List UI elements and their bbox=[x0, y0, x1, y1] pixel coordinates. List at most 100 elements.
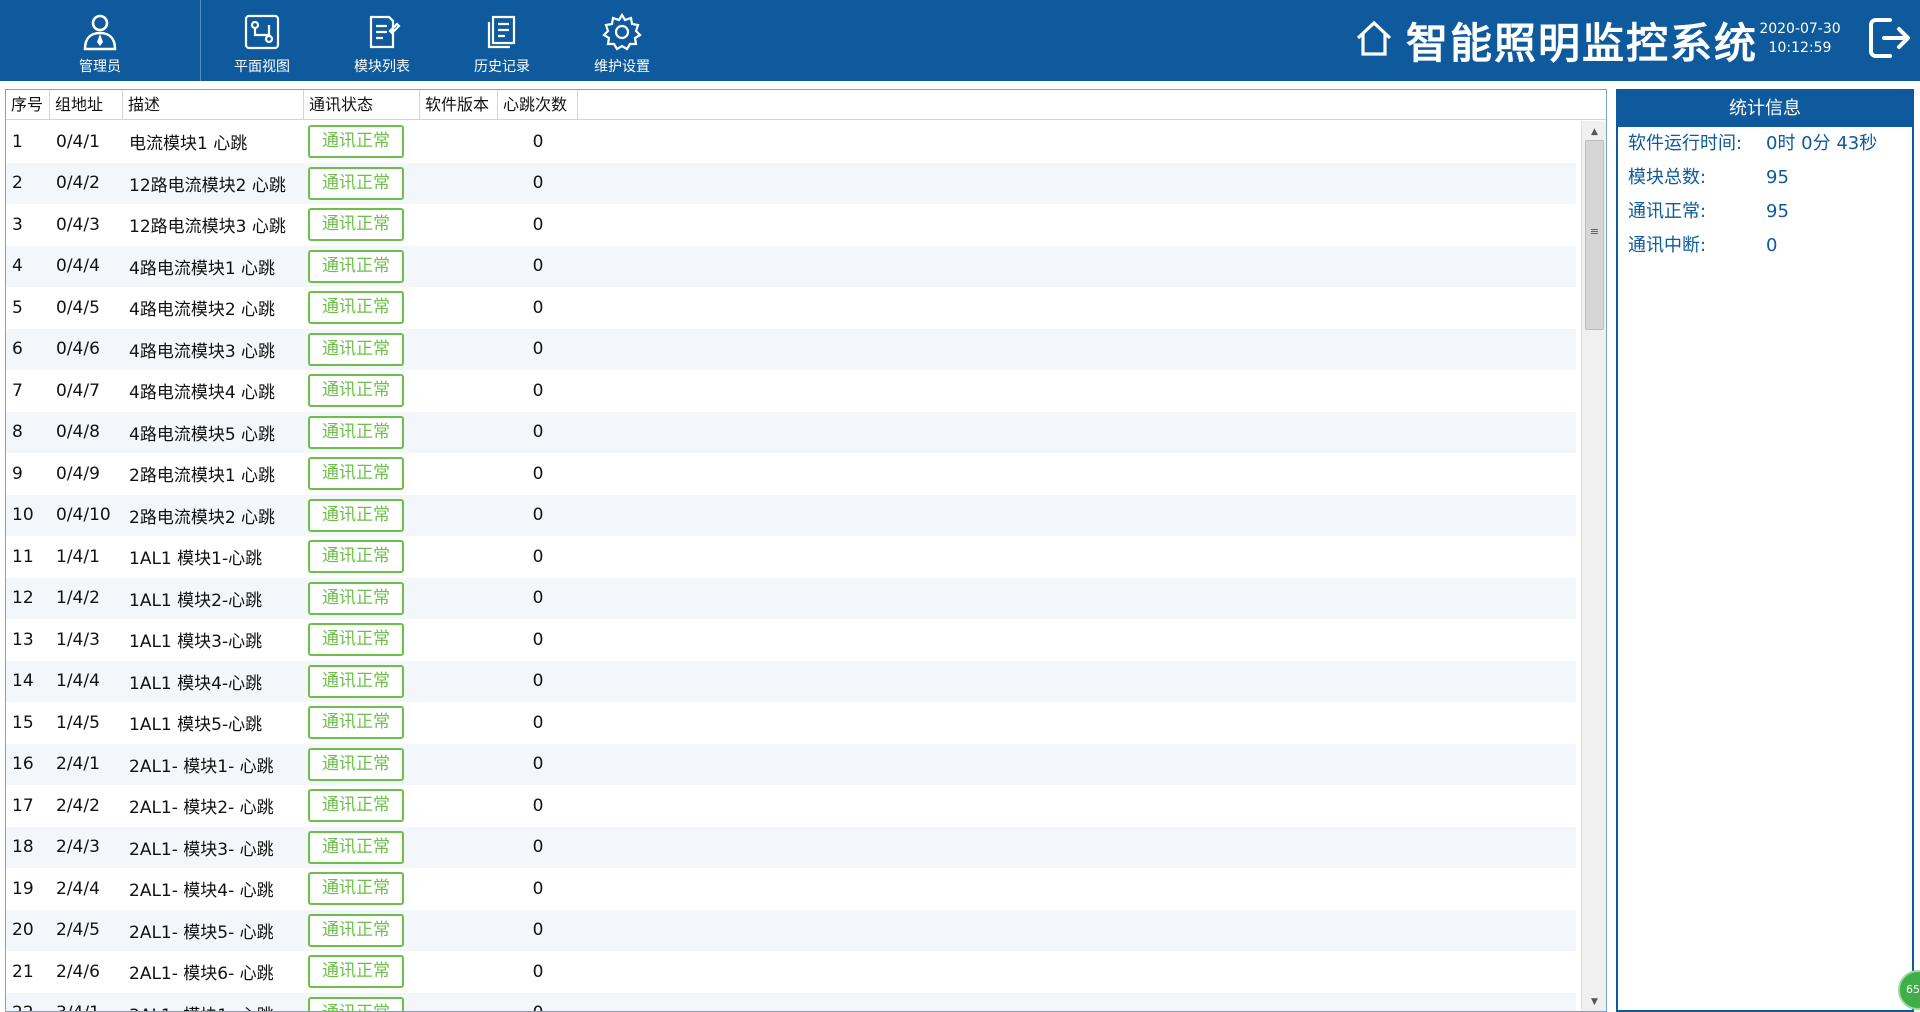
system-brand: 智能照明监控系统 bbox=[1354, 12, 1758, 68]
table-row[interactable]: 3 0/4/3 12路电流模块3 心跳 通讯正常 0 bbox=[6, 204, 1576, 246]
cell-heartbeat-count: 0 bbox=[532, 671, 544, 692]
nav-history[interactable]: 历史记录 bbox=[466, 0, 538, 81]
current-time: 10:12:59 bbox=[1768, 40, 1832, 56]
col-header-software-version[interactable]: 软件版本 bbox=[420, 90, 498, 120]
table-row[interactable]: 9 0/4/9 2路电流模块1 心跳 通讯正常 0 bbox=[6, 453, 1576, 495]
table-row[interactable]: 16 2/4/1 2AL1- 模块1- 心跳 通讯正常 0 bbox=[6, 743, 1576, 785]
table-body: 1 0/4/1 电流模块1 心跳 通讯正常 0 2 0/4/2 12路电流模块2 心跳 通讯正常… bbox=[6, 121, 1576, 1011]
stat-runtime: 软件运行时间: 0时 0分 43秒 bbox=[1618, 127, 1912, 161]
system-title: 智能照明监控系统 bbox=[1406, 18, 1759, 68]
table-row[interactable]: 15 1/4/5 1AL1 模块5-心跳 通讯正常 0 bbox=[6, 702, 1576, 744]
stat-label: 通讯正常: bbox=[1628, 201, 1707, 222]
cell-heartbeat-count: 0 bbox=[532, 629, 544, 650]
table-row[interactable]: 13 1/4/3 1AL1 模块3-心跳 通讯正常 0 bbox=[6, 619, 1576, 661]
col-header-no[interactable]: 序号 bbox=[6, 90, 50, 120]
cell-comm-status: 通讯正常 bbox=[304, 208, 420, 242]
cell-comm-status: 通讯正常 bbox=[304, 166, 420, 200]
module-table: 序号 组地址 描述 通讯状态 软件版本 心跳次数 1 0/4/1 电流模块1 心跳通… bbox=[5, 89, 1607, 1012]
cell-comm-status: 通讯正常 bbox=[304, 830, 420, 864]
table-row[interactable]: 18 2/4/3 2AL1- 模块3- 心跳 通讯正常 0 bbox=[6, 826, 1576, 868]
cell-heartbeat-count: 0 bbox=[532, 588, 544, 609]
cell-description: 2路电流模块2 心跳 bbox=[129, 507, 276, 528]
table-row[interactable]: 2 0/4/2 12路电流模块2 心跳 通讯正常 0 bbox=[6, 162, 1576, 204]
table-row[interactable]: 10 0/4/10 2路电流模块2 心跳 通讯正常 0 bbox=[6, 494, 1576, 536]
user-label: 管理员 bbox=[79, 59, 121, 75]
status-badge: 通讯正常 bbox=[308, 913, 404, 947]
cell-comm-status: 通讯正常 bbox=[304, 374, 420, 408]
col-header-comm-status[interactable]: 通讯状态 bbox=[304, 90, 420, 120]
stat-value: 95 bbox=[1766, 167, 1789, 188]
stat-module-total: 模块总数: 95 bbox=[1618, 161, 1912, 195]
status-badge: 通讯正常 bbox=[308, 623, 404, 657]
cell-heartbeat-count: 0 bbox=[532, 256, 544, 277]
cell-heartbeat-count: 0 bbox=[532, 173, 544, 194]
cell-address: 1/4/2 bbox=[56, 588, 100, 609]
top-bar: 管理员 平面视图 模块列表 历史记录 维护设置 智能照明监控系统 2020-07… bbox=[0, 0, 1920, 81]
cell-comm-status: 通讯正常 bbox=[304, 415, 420, 449]
table-row[interactable]: 223/4/13AL1- 模块1- 心跳通讯正常 0 bbox=[6, 992, 1576, 1011]
table-row[interactable]: 6 0/4/6 4路电流模块3 心跳 通讯正常 0 bbox=[6, 328, 1576, 370]
cell-comm-status: 通讯正常 bbox=[304, 706, 420, 740]
user-admin-button[interactable]: 管理员 bbox=[68, 0, 132, 81]
cell-heartbeat-count: 0 bbox=[532, 422, 544, 443]
status-badge: 通讯正常 bbox=[308, 706, 404, 740]
cell-heartbeat-count: 0 bbox=[532, 712, 544, 733]
col-header-description[interactable]: 描述 bbox=[123, 90, 304, 120]
table-row[interactable]: 11 1/4/1 1AL1 模块1-心跳 通讯正常 0 bbox=[6, 536, 1576, 578]
cell-no: 17 bbox=[12, 795, 34, 816]
nav-maintenance-settings[interactable]: 维护设置 bbox=[586, 0, 658, 81]
vertical-scrollbar[interactable]: ▲ ≡ ▼ bbox=[1581, 121, 1606, 1011]
nav-divider bbox=[200, 0, 201, 81]
cell-description: 1AL1 模块3-心跳 bbox=[129, 632, 263, 653]
status-badge: 通讯正常 bbox=[308, 415, 404, 449]
table-row[interactable]: 7 0/4/7 4路电流模块4 心跳 通讯正常 0 bbox=[6, 370, 1576, 412]
scroll-grip-icon: ≡ bbox=[1589, 225, 1600, 238]
col-header-address[interactable]: 组地址 bbox=[50, 90, 123, 120]
table-row[interactable]: 17 2/4/2 2AL1- 模块2- 心跳 通讯正常 0 bbox=[6, 785, 1576, 827]
table-row[interactable]: 1 0/4/1 电流模块1 心跳 通讯正常 0 bbox=[6, 121, 1576, 163]
logout-button[interactable] bbox=[1866, 14, 1914, 66]
stat-value: 0时 0分 43秒 bbox=[1766, 133, 1878, 154]
status-badge: 通讯正常 bbox=[308, 581, 404, 615]
cell-address: 2/4/2 bbox=[56, 795, 100, 816]
table-row[interactable]: 12 1/4/2 1AL1 模块2-心跳 通讯正常 0 bbox=[6, 577, 1576, 619]
cell-heartbeat-count: 0 bbox=[532, 795, 544, 816]
cell-description: 1AL1 模块4-心跳 bbox=[129, 673, 263, 694]
scroll-thumb[interactable]: ≡ bbox=[1585, 140, 1604, 330]
table-row[interactable]: 14 1/4/4 1AL1 模块4-心跳 通讯正常 0 bbox=[6, 660, 1576, 702]
cell-no: 9 bbox=[12, 463, 23, 484]
table-row[interactable]: 8 0/4/8 4路电流模块5 心跳 通讯正常 0 bbox=[6, 411, 1576, 453]
cell-no: 16 bbox=[12, 754, 34, 775]
cell-no: 15 bbox=[12, 712, 34, 733]
nav-module-list[interactable]: 模块列表 bbox=[346, 0, 418, 81]
cell-heartbeat-count: 0 bbox=[532, 131, 544, 152]
table-row[interactable]: 4 0/4/4 4路电流模块1 心跳 通讯正常 0 bbox=[6, 245, 1576, 287]
logout-icon bbox=[1866, 18, 1912, 66]
cell-comm-status: 通讯正常 bbox=[304, 291, 420, 325]
cell-heartbeat-count: 0 bbox=[498, 1003, 578, 1011]
cell-description: 3AL1- 模块1- 心跳 bbox=[123, 1001, 304, 1011]
table-row[interactable]: 19 2/4/4 2AL1- 模块4- 心跳 通讯正常 0 bbox=[6, 868, 1576, 910]
table-row[interactable]: 21 2/4/6 2AL1- 模块6- 心跳 通讯正常 0 bbox=[6, 951, 1576, 993]
cell-no: 12 bbox=[12, 588, 34, 609]
col-header-heartbeat-count[interactable]: 心跳次数 bbox=[498, 90, 578, 120]
cell-address: 1/4/4 bbox=[56, 671, 100, 692]
cell-comm-status: 通讯正常 bbox=[304, 789, 420, 823]
cell-no: 1 bbox=[12, 131, 23, 152]
cell-comm-status: 通讯正常 bbox=[304, 332, 420, 366]
nav-floor-plan[interactable]: 平面视图 bbox=[226, 0, 298, 81]
cell-address: 2/4/3 bbox=[56, 837, 100, 858]
table-row[interactable]: 20 2/4/5 2AL1- 模块5- 心跳 通讯正常 0 bbox=[6, 909, 1576, 951]
cell-heartbeat-count: 0 bbox=[532, 961, 544, 982]
cell-no: 7 bbox=[12, 380, 23, 401]
status-badge: 通讯正常 bbox=[308, 498, 404, 532]
cell-description: 12路电流模块2 心跳 bbox=[129, 175, 286, 196]
table-header: 序号 组地址 描述 通讯状态 软件版本 心跳次数 bbox=[6, 90, 1606, 120]
cell-no: 3 bbox=[12, 214, 23, 235]
cell-address: 1/4/5 bbox=[56, 712, 100, 733]
cell-address: 0/4/9 bbox=[56, 463, 100, 484]
cell-comm-status: 通讯正常 bbox=[304, 955, 420, 989]
status-badge: 通讯正常 bbox=[308, 747, 404, 781]
scroll-down-arrow-icon[interactable]: ▼ bbox=[1582, 991, 1606, 1011]
table-row[interactable]: 5 0/4/5 4路电流模块2 心跳 通讯正常 0 bbox=[6, 287, 1576, 329]
